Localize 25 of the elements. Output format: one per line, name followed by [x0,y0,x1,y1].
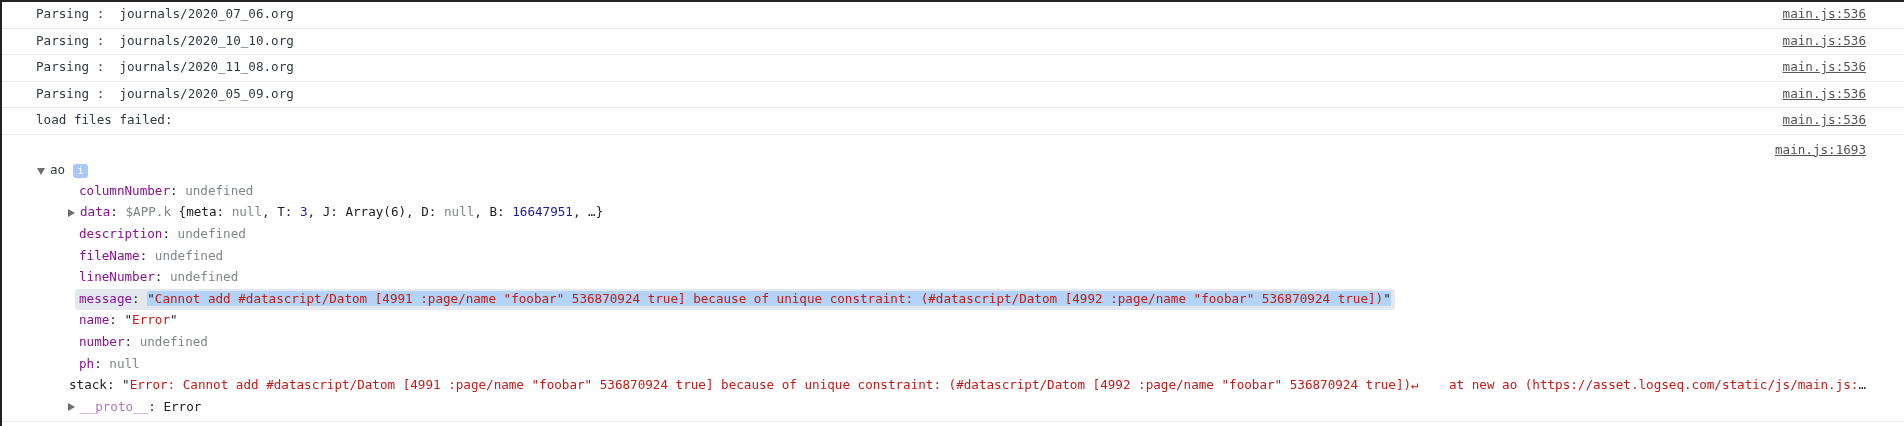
property-line: ph: null [79,354,140,373]
property-line: __proto__: Error [80,397,202,416]
property-line: description: undefined [79,225,246,244]
collapse-triangle-icon[interactable] [36,165,46,176]
expand-triangle-icon[interactable] [66,207,76,218]
expand-triangle-icon[interactable] [66,402,76,413]
log-message: Parsing : journals/2020_05_09.org [36,84,294,103]
source-link[interactable]: main.js:536 [1782,84,1866,104]
property-line: fileName: undefined [79,246,224,265]
log-message: Parsing : journals/2020_07_06.org [36,5,294,24]
source-link[interactable]: main.js:1693 [1775,140,1866,161]
log-message: Parsing : journals/2020_10_10.org [36,31,294,50]
log-message: Parsing : journals/2020_11_08.org [36,58,294,77]
property-line: lineNumber: undefined [79,268,239,287]
log-message: load files failed: [36,111,173,130]
source-link[interactable]: main.js:536 [1782,31,1866,51]
source-link[interactable]: main.js:536 [1782,58,1866,78]
property-line: name: "Error" [79,311,178,330]
property-line: data: $APP.k {meta: null, T: 3, J: Array(6), D: null, B: 16647951, …} [80,203,604,222]
object-name: ao [50,161,66,180]
source-link[interactable]: main.js:536 [1782,111,1866,131]
source-link[interactable]: main.js:536 [1782,5,1866,25]
property-line: number: undefined [79,333,208,351]
property-line: columnNumber: undefined [79,181,254,200]
property-line: stack: "Error: Cannot add #datascript/Datom [4991 :page/name "foobar" 536870924 true] because of unique constraint: (#datascript/Datom [4992 :page/name "foobar" 536870924 true])↵ at new ao (https://asset.logseq.com/static/js/main.js:… [69,376,1866,395]
